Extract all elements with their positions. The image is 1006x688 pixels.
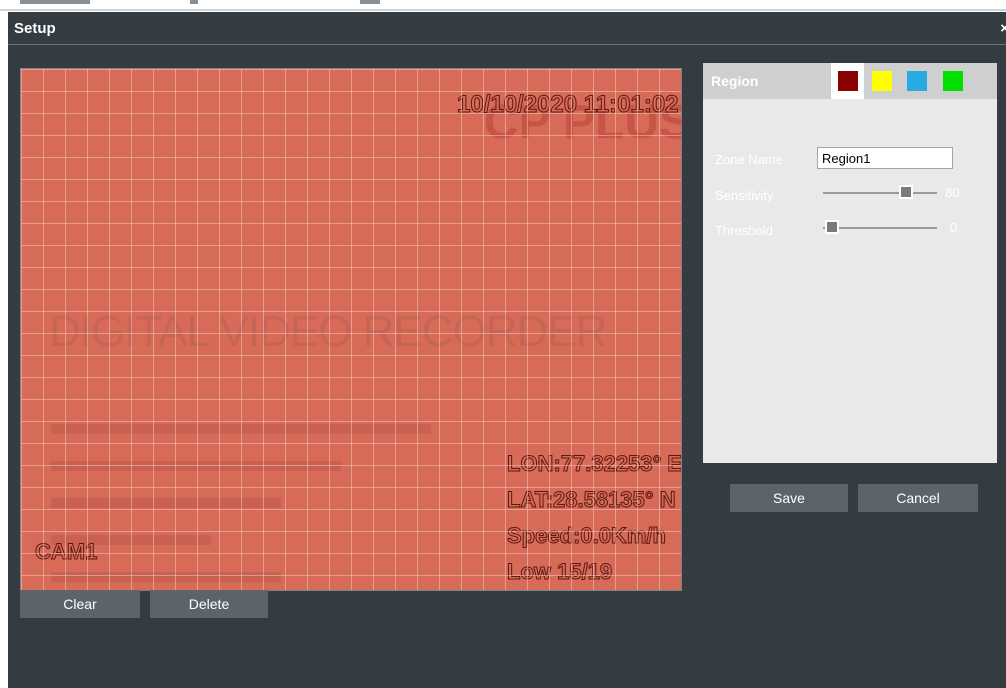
threshold-slider[interactable]	[823, 227, 937, 229]
feature-line	[51, 424, 431, 434]
dialog-title: Setup	[14, 20, 56, 37]
zone-name-input[interactable]	[817, 147, 953, 169]
gps-lat: LAT:28.58135° N	[507, 487, 677, 513]
gps-speed: Speed:0.0Km/h	[507, 523, 667, 549]
sensitivity-slider[interactable]	[823, 192, 937, 194]
dialog-titlebar: Setup ×	[8, 12, 1006, 45]
dvr-banner: DIGITAL VIDEO RECORDER	[49, 307, 607, 356]
threshold-value: 0	[950, 220, 958, 235]
gps-lon: LON:77.32253° E	[506, 451, 682, 477]
feature-line	[51, 498, 281, 508]
camera-label: CAM1	[34, 539, 98, 565]
clear-button[interactable]: Clear	[20, 590, 140, 618]
background-window-strip	[0, 0, 1006, 12]
region-title: Region	[711, 73, 759, 89]
background-fragment	[190, 0, 198, 4]
region-panel: Region Zone Name Sensitivity 80 Threshol…	[703, 63, 997, 463]
delete-button[interactable]: Delete	[150, 590, 268, 618]
threshold-slider-thumb[interactable]	[825, 220, 839, 234]
background-fragment	[360, 0, 380, 4]
color-swatch-red[interactable]	[838, 71, 858, 91]
cancel-button[interactable]: Cancel	[858, 484, 978, 512]
setup-dialog: Setup × CP PLUS DIGITAL VIDEO RECORDER 1…	[8, 12, 1006, 688]
background-divider	[0, 9, 1006, 11]
color-swatch-yellow[interactable]	[872, 71, 892, 91]
feature-line	[51, 461, 341, 471]
save-button[interactable]: Save	[730, 484, 848, 512]
sensitivity-label: Sensitivity	[715, 188, 774, 203]
zone-name-label: Zone Name	[715, 152, 783, 167]
sensitivity-slider-thumb[interactable]	[899, 185, 913, 199]
feature-line	[51, 572, 281, 582]
background-fragment	[20, 0, 90, 4]
timestamp-overlay: 10/10/2020 11:01:02	[457, 91, 680, 119]
color-swatch-green[interactable]	[943, 71, 963, 91]
close-icon[interactable]: ×	[1000, 20, 1006, 37]
threshold-label: Threshold	[715, 223, 773, 238]
sensitivity-value: 80	[945, 185, 960, 200]
region-panel-header: Region	[703, 63, 997, 99]
video-preview[interactable]: CP PLUS DIGITAL VIDEO RECORDER 10/10/202…	[20, 68, 682, 591]
color-swatch-blue[interactable]	[907, 71, 927, 91]
gps-low: Low 15/19	[506, 559, 613, 585]
